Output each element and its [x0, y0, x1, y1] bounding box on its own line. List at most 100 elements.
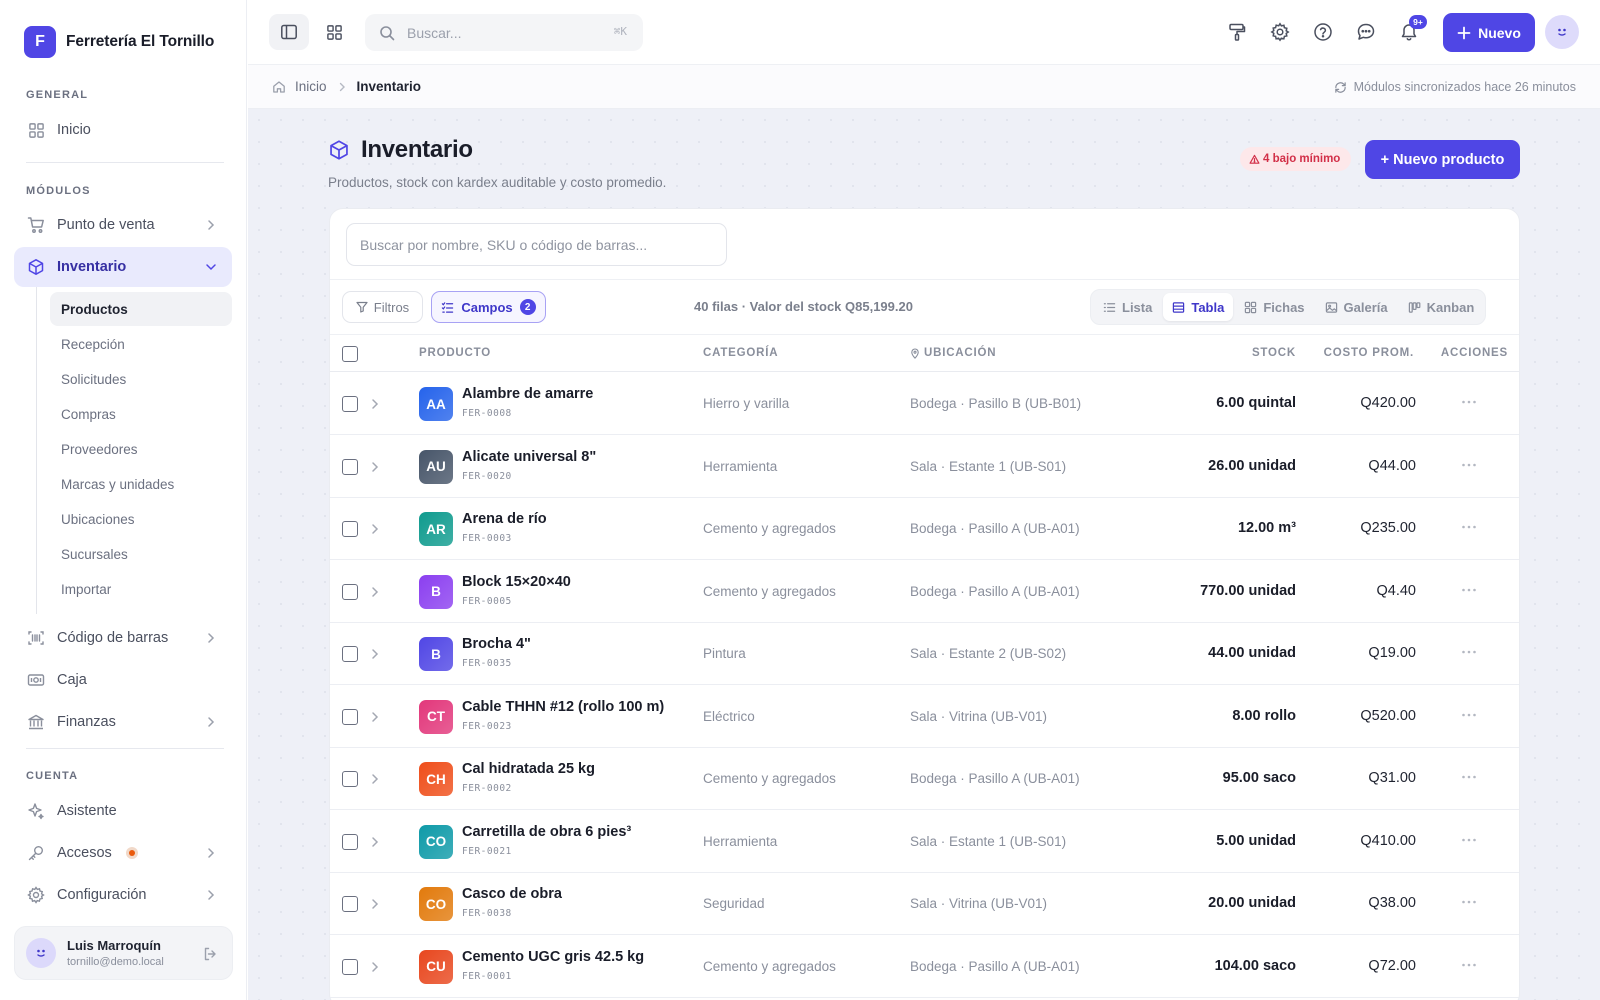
sidebar-item-codigo-de-barras[interactable]: Código de barras	[14, 618, 232, 658]
table-row[interactable]: B Brocha 4" FER-0035 Pintura Sala · Estante …	[330, 623, 1519, 685]
column-header-ubicacion[interactable]: UBICACIÓN	[910, 347, 996, 359]
column-header-producto[interactable]: PRODUCTO	[419, 347, 491, 359]
filters-button[interactable]: Filtros	[342, 291, 423, 323]
breadcrumb-inicio[interactable]: Inicio	[295, 79, 327, 94]
chevron-right-icon[interactable]	[368, 772, 382, 786]
view-fichas[interactable]: Fichas	[1235, 293, 1313, 321]
user-card[interactable]: Luis Marroquín tornillo@demo.local	[14, 926, 233, 980]
sidebar-subitem-marcas-y-unidades[interactable]: Marcas y unidades	[50, 467, 232, 501]
table-row[interactable]: CO Carretilla de obra 6 pies³ FER-0021 Herr…	[330, 811, 1519, 873]
chevron-right-icon[interactable]	[368, 522, 382, 536]
column-header-stock[interactable]: STOCK	[1252, 347, 1296, 359]
row-checkbox[interactable]	[342, 708, 358, 725]
table-row[interactable]: CU Cemento UGC gris 42.5 kg FER-0001 Cement…	[330, 936, 1519, 998]
fields-button[interactable]: Campos 2	[431, 291, 546, 323]
row-checkbox[interactable]	[342, 896, 358, 912]
more-actions-icon[interactable]	[1458, 391, 1480, 413]
sidebar-subitem-importar[interactable]: Importar	[50, 572, 232, 606]
product-name[interactable]: Carretilla de obra 6 pies³	[462, 824, 631, 840]
sidebar-subitem-recepción[interactable]: Recepción	[50, 327, 232, 361]
home-icon[interactable]	[272, 80, 286, 94]
more-actions-icon[interactable]	[1458, 954, 1480, 976]
new-product-button[interactable]: + Nuevo producto	[1365, 140, 1520, 179]
table-row[interactable]: AA Alambre de amarre FER-0008 Hierro y vari…	[330, 373, 1519, 435]
chevron-right-icon[interactable]	[368, 460, 382, 474]
more-actions-icon[interactable]	[1458, 704, 1480, 726]
apps-button[interactable]	[314, 14, 354, 50]
chevron-right-icon[interactable]	[368, 897, 382, 911]
row-checkbox[interactable]	[342, 833, 358, 850]
row-checkbox[interactable]	[342, 583, 358, 600]
paint-roller-button[interactable]	[1223, 18, 1251, 46]
brand[interactable]: F Ferretería El Tornillo	[24, 26, 214, 58]
more-actions-icon[interactable]	[1458, 641, 1480, 663]
product-name[interactable]: Cable THHN #12 (rollo 100 m)	[462, 699, 664, 715]
table-row[interactable]: CH Cal hidratada 25 kg FER-0002 Cemento y a…	[330, 748, 1519, 810]
view-tabla[interactable]: Tabla	[1163, 293, 1234, 321]
product-name[interactable]: Alicate universal 8"	[462, 449, 596, 465]
sidebar-subitem-ubicaciones[interactable]: Ubicaciones	[50, 502, 232, 536]
sidebar-toggle-button[interactable]	[269, 14, 309, 50]
table-row[interactable]: CO Casco de obra FER-0038 Seguridad Sala · V…	[330, 873, 1519, 935]
user-avatar[interactable]	[1545, 15, 1579, 49]
column-header-categoria[interactable]: CATEGORÍA	[703, 347, 778, 359]
sidebar-item-caja[interactable]: Caja	[14, 660, 232, 700]
sidebar-subitem-productos[interactable]: Productos	[50, 292, 232, 326]
search-input[interactable]	[407, 24, 587, 41]
chevron-right-icon[interactable]	[368, 647, 382, 661]
messages-button[interactable]	[1352, 18, 1380, 46]
sidebar-item-finanzas[interactable]: Finanzas	[14, 702, 232, 742]
chevron-right-icon[interactable]	[368, 585, 382, 599]
more-actions-icon[interactable]	[1458, 829, 1480, 851]
more-actions-icon[interactable]	[1458, 579, 1480, 601]
chevron-right-icon[interactable]	[368, 960, 382, 974]
product-name[interactable]: Cal hidratada 25 kg	[462, 761, 595, 777]
row-checkbox[interactable]	[342, 771, 358, 787]
product-search[interactable]	[346, 223, 727, 266]
row-checkbox[interactable]	[342, 958, 358, 975]
table-row[interactable]: AR Arena de río FER-0003 Cemento y agregado…	[330, 498, 1519, 560]
global-search[interactable]: ⌘K	[365, 14, 643, 51]
chevron-right-icon[interactable]	[368, 397, 382, 411]
table-row[interactable]: CT Cable THHN #12 (rollo 100 m) FER-0023 El…	[330, 686, 1519, 748]
sidebar-subitem-sucursales[interactable]: Sucursales	[50, 537, 232, 571]
sidebar-subitem-proveedores[interactable]: Proveedores	[50, 432, 232, 466]
chevron-right-icon[interactable]	[368, 710, 382, 724]
row-checkbox[interactable]	[342, 521, 358, 537]
sidebar-subitem-solicitudes[interactable]: Solicitudes	[50, 362, 232, 396]
product-name[interactable]: Casco de obra	[462, 886, 562, 902]
product-name[interactable]: Cemento UGC gris 42.5 kg	[462, 949, 644, 965]
new-button[interactable]: Nuevo	[1443, 13, 1535, 52]
row-checkbox[interactable]	[342, 646, 358, 662]
select-all-checkbox[interactable]	[342, 346, 358, 362]
help-button[interactable]	[1309, 18, 1337, 46]
product-name[interactable]: Alambre de amarre	[462, 386, 593, 402]
sidebar-subitem-compras[interactable]: Compras	[50, 397, 232, 431]
row-checkbox[interactable]	[342, 396, 358, 412]
settings-button[interactable]	[1266, 18, 1294, 46]
sidebar-item-inventario[interactable]: Inventario	[14, 247, 232, 287]
table-row[interactable]: AU Alicate universal 8" FER-0020 Herramient…	[330, 436, 1519, 498]
more-actions-icon[interactable]	[1458, 516, 1480, 538]
more-actions-icon[interactable]	[1458, 454, 1480, 476]
row-checkbox[interactable]	[342, 458, 358, 475]
sidebar-item-configuracion[interactable]: Configuración	[14, 875, 232, 915]
logout-icon[interactable]	[202, 946, 218, 962]
low-stock-badge[interactable]: 4 bajo mínimo	[1240, 147, 1352, 171]
product-search-input[interactable]	[360, 236, 710, 253]
notifications-button[interactable]: 9+	[1395, 15, 1427, 46]
table-row[interactable]: B Block 15×20×40 FER-0005 Cemento y agregad…	[330, 561, 1519, 623]
sidebar-item-punto-de-venta[interactable]: Punto de venta	[14, 205, 232, 245]
sidebar-item-asistente[interactable]: Asistente	[14, 791, 232, 831]
more-actions-icon[interactable]	[1458, 766, 1480, 788]
more-actions-icon[interactable]	[1458, 891, 1480, 913]
product-name[interactable]: Arena de río	[462, 511, 547, 527]
product-name[interactable]: Brocha 4"	[462, 636, 531, 652]
view-galeria[interactable]: Galería	[1316, 293, 1397, 321]
view-lista[interactable]: Lista	[1094, 293, 1161, 321]
view-kanban[interactable]: Kanban	[1399, 293, 1484, 321]
column-header-costo[interactable]: COSTO PROM.	[1324, 347, 1414, 359]
chevron-right-icon[interactable]	[368, 835, 382, 849]
sidebar-item-inicio[interactable]: Inicio	[14, 110, 232, 150]
product-name[interactable]: Block 15×20×40	[462, 574, 571, 590]
